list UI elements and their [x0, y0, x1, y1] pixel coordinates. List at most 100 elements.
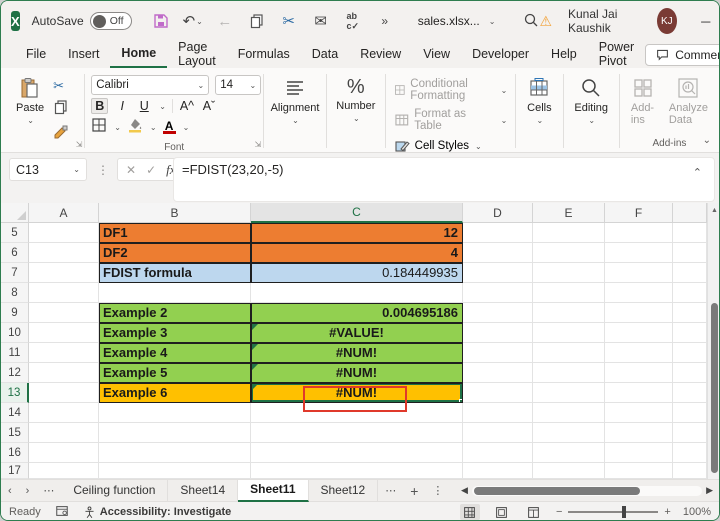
save-icon[interactable] [152, 12, 170, 30]
column-header-e[interactable]: E [533, 203, 605, 223]
borders-button[interactable] [91, 117, 107, 138]
sheet-tab-sheet14[interactable]: Sheet14 [168, 479, 239, 502]
zoom-thumb[interactable] [622, 506, 627, 518]
zoom-out-button[interactable]: − [556, 506, 562, 518]
cell[interactable] [673, 403, 707, 423]
horizontal-scroll-thumb[interactable] [473, 486, 640, 495]
cell[interactable] [463, 463, 533, 479]
cells-button[interactable]: Cells ⌄ [520, 72, 558, 129]
new-sheet-button[interactable]: + [403, 483, 425, 499]
cell[interactable] [533, 263, 605, 283]
cell[interactable] [673, 303, 707, 323]
cell[interactable] [29, 383, 99, 403]
cell[interactable] [533, 343, 605, 363]
cell[interactable] [673, 283, 707, 303]
cell[interactable] [673, 323, 707, 343]
cell[interactable] [99, 283, 251, 303]
underline-chevron-icon[interactable]: ⌄ [159, 102, 166, 111]
alignment-button[interactable]: Alignment ⌄ [264, 72, 327, 129]
cell[interactable] [99, 423, 251, 443]
grow-font-button[interactable]: A^ [179, 99, 195, 113]
sheet-tab-ceiling-function[interactable]: Ceiling function [61, 479, 169, 502]
normal-view-icon[interactable] [459, 504, 480, 520]
column-header-c[interactable]: C [251, 203, 463, 223]
sheet-tab-sheet12[interactable]: Sheet12 [309, 479, 379, 502]
scroll-left-arrow-icon[interactable]: ◀ [461, 485, 468, 496]
sheet-prev-arrow[interactable]: ‹ [1, 485, 19, 497]
font-size-select[interactable]: 14 ⌄ [215, 75, 262, 95]
tab-home[interactable]: Home [110, 42, 168, 68]
cell[interactable] [605, 243, 673, 263]
cut-icon[interactable]: ✂ [53, 78, 69, 94]
spelling-icon[interactable]: ab c✓ [344, 11, 362, 31]
cell[interactable] [463, 263, 533, 283]
cell[interactable] [463, 383, 533, 403]
cell[interactable] [673, 363, 707, 383]
paste-button[interactable]: Paste ⌄ [9, 72, 51, 129]
scroll-right-arrow-icon[interactable]: ▶ [706, 485, 713, 496]
scroll-up-arrow-icon[interactable]: ▲ [708, 203, 719, 217]
cell[interactable] [673, 423, 707, 443]
column-header-b[interactable]: B [99, 203, 251, 223]
cell[interactable] [29, 243, 99, 263]
undo-icon[interactable]: ↶ ⌄ [183, 12, 203, 30]
search-icon[interactable] [523, 12, 539, 31]
cell[interactable] [29, 403, 99, 423]
cell[interactable] [605, 363, 673, 383]
cell[interactable] [673, 263, 707, 283]
cell[interactable] [29, 263, 99, 283]
copy-icon[interactable] [53, 99, 69, 120]
formula-input[interactable]: =FDIST(23,20,-5) ⌃ [173, 157, 715, 202]
cell[interactable] [605, 303, 673, 323]
autosave-toggle[interactable]: Off [89, 12, 132, 30]
autosave-control[interactable]: AutoSave Off [32, 12, 132, 30]
column-header-a[interactable]: A [29, 203, 99, 223]
cell[interactable] [29, 463, 99, 479]
horizontal-scrollbar[interactable]: ◀ ▶ [461, 485, 719, 496]
cell-b12[interactable]: Example 5 [99, 363, 251, 383]
cell[interactable] [533, 383, 605, 403]
row-header[interactable]: 9 [1, 303, 29, 323]
sheet-menu-kebab[interactable]: ⋮ [425, 484, 450, 497]
tab-file[interactable]: File [15, 43, 57, 67]
editing-button[interactable]: Editing ⌄ [567, 72, 615, 129]
cell[interactable] [251, 283, 463, 303]
cell-b9[interactable]: Example 2 [99, 303, 251, 323]
cell-c6[interactable]: 4 [251, 243, 463, 263]
cell[interactable] [251, 423, 463, 443]
cell-c10[interactable]: #VALUE! [251, 323, 463, 343]
number-button[interactable]: % Number ⌄ [329, 72, 382, 127]
select-all-corner[interactable] [1, 203, 29, 223]
sheet-list-ellipsis[interactable]: ⋯ [36, 484, 61, 497]
row-header[interactable]: 15 [1, 423, 29, 443]
fill-color-chevron-icon[interactable]: ⌄ [150, 123, 157, 132]
cell[interactable] [29, 223, 99, 243]
comments-button[interactable]: Comments [645, 43, 719, 66]
minimize-button[interactable]: ─ [693, 4, 719, 38]
page-break-view-icon[interactable] [524, 504, 544, 520]
underline-button[interactable]: U [136, 99, 152, 113]
font-dialog-launcher[interactable]: ⇲ [255, 140, 262, 149]
cell[interactable] [463, 343, 533, 363]
cell[interactable] [533, 323, 605, 343]
cell[interactable] [251, 463, 463, 479]
cell-b13[interactable]: Example 6 [99, 383, 251, 403]
cell-b5[interactable]: DF1 [99, 223, 251, 243]
cell[interactable] [533, 363, 605, 383]
cell[interactable] [29, 443, 99, 463]
mail-icon[interactable]: ✉ [312, 12, 330, 30]
document-title[interactable]: sales.xlsx... ⌄ [418, 14, 496, 28]
zoom-in-button[interactable]: + [664, 506, 670, 518]
sheet-next-arrow[interactable]: › [19, 485, 37, 497]
clipboard-dialog-launcher[interactable]: ⇲ [76, 140, 83, 149]
cell[interactable] [29, 283, 99, 303]
cell[interactable] [533, 403, 605, 423]
cell[interactable] [533, 463, 605, 479]
formula-bar-collapse-chevron[interactable]: ⌃ [693, 166, 702, 179]
copy-icon[interactable] [248, 12, 266, 30]
cell[interactable] [605, 283, 673, 303]
cell[interactable] [605, 403, 673, 423]
cell-b7[interactable]: FDIST formula [99, 263, 251, 283]
cell[interactable] [463, 283, 533, 303]
tab-insert[interactable]: Insert [57, 43, 110, 67]
